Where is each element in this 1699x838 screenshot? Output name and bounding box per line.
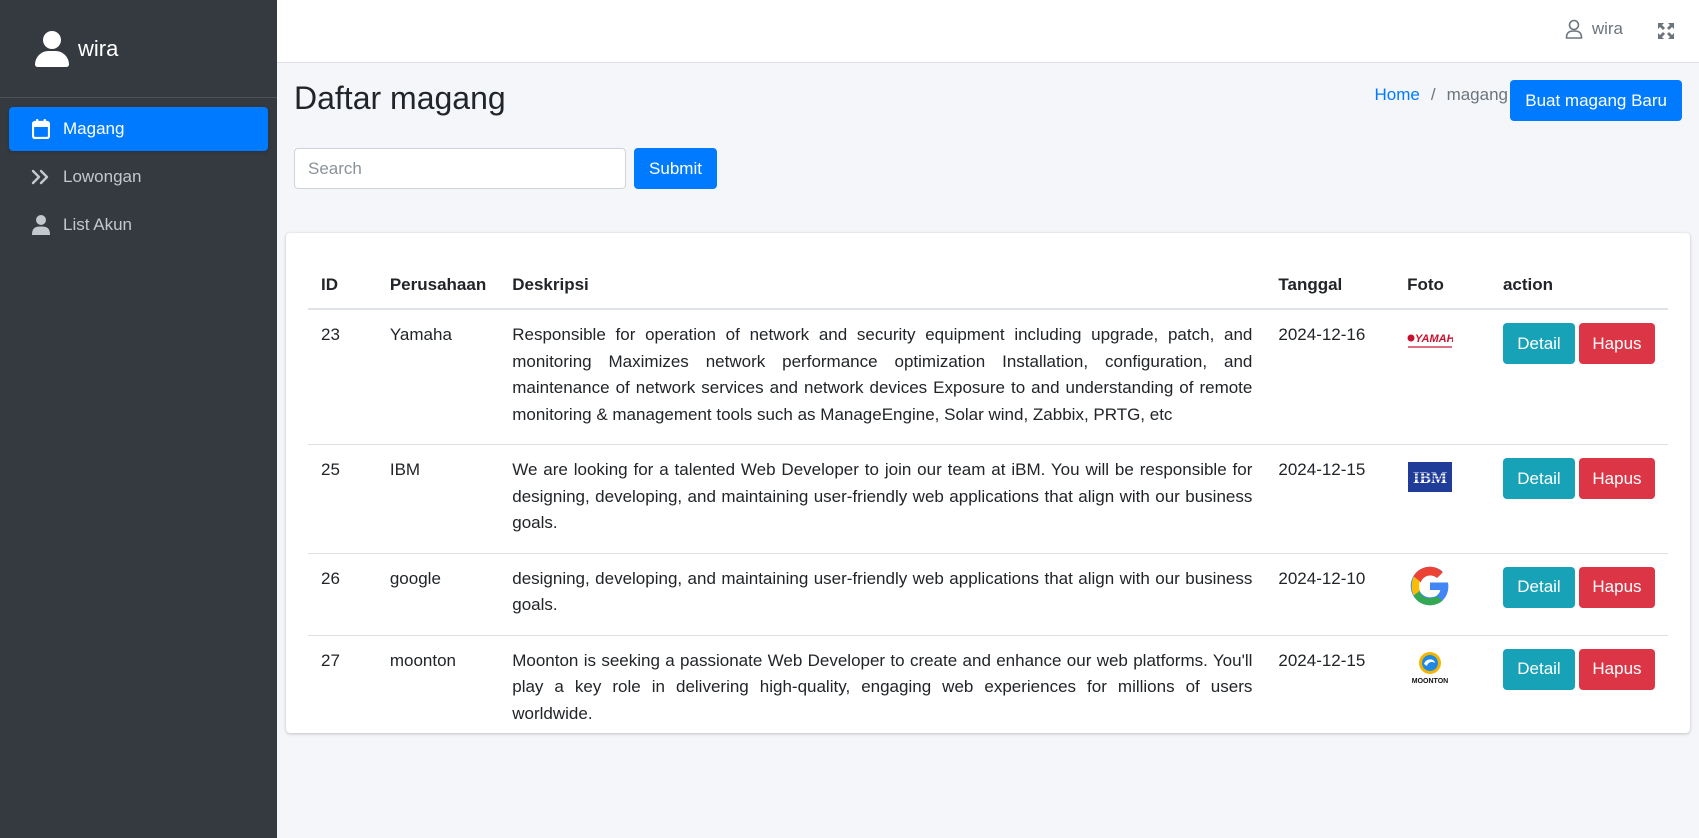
column-header-tanggal: Tanggal — [1265, 262, 1395, 310]
cell-description: Responsible for operation of network and… — [512, 325, 1253, 424]
cell-actions: Detail Hapus — [1489, 634, 1668, 743]
sidebar-item-label: List Akun — [63, 215, 132, 234]
google-logo — [1407, 566, 1453, 606]
page-title: Daftar magang — [294, 80, 506, 116]
cell-description: We are looking for a talented Web Develo… — [499, 444, 1266, 553]
table-header-row: ID Perusahaan Deskripsi Tanggal Foto act… — [308, 262, 1668, 310]
yamaha-logo: YAMAH — [1407, 322, 1453, 362]
new-magang-button[interactable]: Buat magang Baru — [1510, 80, 1682, 121]
detail-button[interactable]: Detail — [1502, 648, 1575, 690]
sidebar: wira Magang Lowongan List Akun — [0, 0, 277, 838]
svg-text:IBM: IBM — [1413, 468, 1447, 487]
double-chevron-right-icon — [31, 167, 51, 187]
breadcrumb-home-link[interactable]: Home — [1374, 85, 1419, 105]
cell-foto — [1394, 552, 1490, 635]
table-row: 27 moonton Moonton is seeking a passiona… — [308, 634, 1668, 743]
delete-button[interactable]: Hapus — [1578, 648, 1655, 690]
sidebar-user-panel[interactable]: wira — [0, 0, 277, 98]
topbar-user-name: wira — [1591, 19, 1623, 38]
cell-id: 26 — [308, 552, 377, 635]
cell-foto: IBM — [1394, 444, 1490, 553]
delete-button[interactable]: Hapus — [1578, 566, 1655, 608]
sidebar-nav: Magang Lowongan List Akun — [0, 98, 277, 247]
cell-date: 2024-12-10 — [1265, 552, 1395, 635]
user-outline-icon — [1565, 19, 1583, 39]
cell-id: 23 — [321, 325, 340, 344]
search-input[interactable] — [294, 148, 626, 189]
moonton-logo: MOONTON — [1407, 648, 1453, 688]
cell-id: 25 — [308, 444, 377, 553]
column-header-id: ID — [308, 262, 377, 310]
user-menu[interactable]: wira — [1565, 19, 1623, 39]
cell-date: 2024-12-15 — [1265, 444, 1395, 553]
column-header-action: action — [1489, 262, 1668, 310]
topbar: wira — [277, 0, 1699, 63]
magang-table: ID Perusahaan Deskripsi Tanggal Foto act… — [308, 262, 1668, 743]
breadcrumb: Home / magang — [1374, 85, 1508, 105]
breadcrumb-current: magang — [1446, 85, 1508, 104]
cell-company: google — [376, 552, 500, 635]
user-avatar-icon — [34, 30, 70, 67]
table-row: 25 IBM We are looking for a talented Web… — [308, 444, 1668, 553]
cell-actions: Detail Hapus — [1489, 444, 1668, 553]
cell-actions: Detail Hapus — [1489, 552, 1668, 635]
cell-date: 2024-12-16 — [1278, 325, 1366, 344]
cell-id: 27 — [308, 634, 377, 743]
calendar-icon — [31, 119, 51, 139]
breadcrumb-separator: / — [1430, 85, 1436, 104]
cell-description: Moonton is seeking a passionate Web Deve… — [499, 634, 1266, 743]
sidebar-user-name: wira — [78, 35, 119, 61]
detail-button[interactable]: Detail — [1502, 323, 1575, 364]
column-header-perusahaan: Perusahaan — [376, 262, 500, 310]
cell-company: moonton — [376, 634, 500, 743]
magang-table-card: ID Perusahaan Deskripsi Tanggal Foto act… — [286, 233, 1690, 743]
user-icon — [31, 215, 51, 235]
ibm-logo: IBM — [1407, 457, 1453, 497]
sidebar-item-list-akun[interactable]: List Akun — [9, 203, 268, 247]
column-header-foto: Foto — [1394, 262, 1490, 310]
column-header-deskripsi: Deskripsi — [499, 262, 1266, 310]
table-row: 23 Yamaha Responsible for operation of n… — [308, 309, 1668, 445]
submit-button[interactable]: Submit — [634, 148, 717, 189]
delete-button[interactable]: Hapus — [1578, 458, 1655, 499]
cell-company: Yamaha — [389, 325, 452, 344]
cell-date: 2024-12-15 — [1265, 634, 1395, 743]
sidebar-item-lowongan[interactable]: Lowongan — [9, 155, 268, 199]
svg-text:MOONTON: MOONTON — [1412, 678, 1448, 685]
cell-foto: YAMAH — [1394, 309, 1490, 445]
cell-foto: MOONTON — [1394, 634, 1490, 743]
svg-text:YAMAH: YAMAH — [1415, 333, 1453, 345]
detail-button[interactable]: Detail — [1502, 566, 1575, 608]
sidebar-item-label: Magang — [63, 119, 125, 138]
cell-actions: Detail Hapus — [1490, 309, 1668, 445]
table-row: 26 google designing, developing, and mai… — [308, 552, 1668, 635]
delete-button[interactable]: Hapus — [1578, 323, 1655, 364]
cell-description: designing, developing, and maintaining u… — [499, 552, 1266, 635]
sidebar-item-label: Lowongan — [63, 167, 142, 186]
cell-company: IBM — [376, 444, 500, 553]
detail-button[interactable]: Detail — [1502, 458, 1575, 499]
fullscreen-icon[interactable] — [1657, 22, 1675, 40]
sidebar-item-magang[interactable]: Magang — [9, 107, 268, 151]
